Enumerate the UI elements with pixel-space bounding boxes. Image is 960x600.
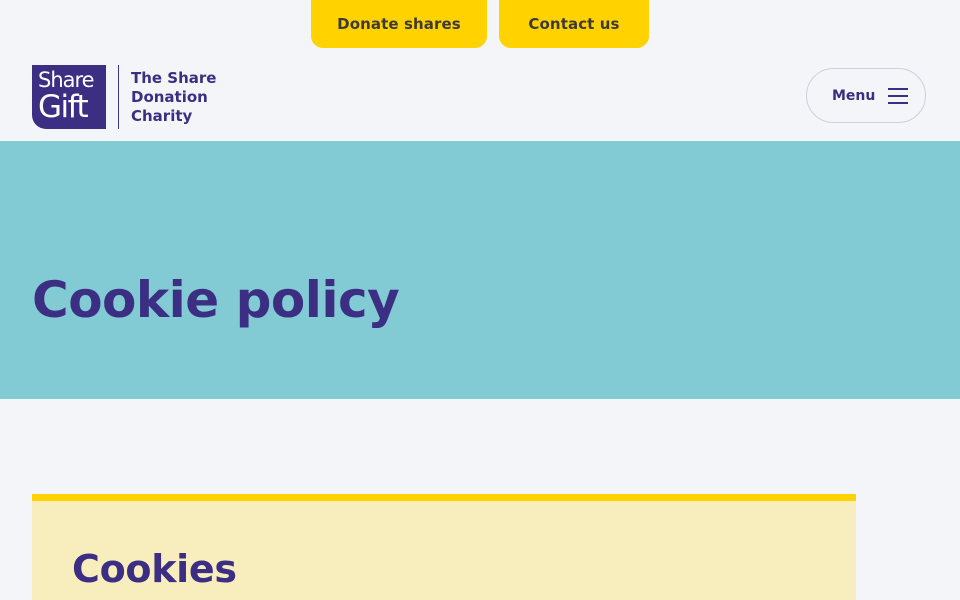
contact-us-button[interactable]: Contact us: [499, 0, 649, 48]
hamburger-icon: [888, 88, 908, 104]
logo-tagline: The Share Donation Charity: [131, 69, 216, 126]
donate-shares-button[interactable]: Donate shares: [311, 0, 487, 48]
logo-tagline-line: Donation: [131, 88, 208, 106]
hero-banner: Cookie policy: [0, 141, 960, 399]
content-card: Cookies: [32, 494, 856, 600]
logo-divider: [118, 65, 119, 129]
site-header: Share Gift The Share Donation Charity Me…: [0, 50, 960, 141]
logo-mark-gift: Gift: [38, 89, 89, 125]
utility-bar: Donate shares Contact us: [0, 0, 960, 50]
menu-button[interactable]: Menu: [806, 68, 926, 123]
page-title: Cookie policy: [32, 271, 400, 329]
menu-label: Menu: [832, 88, 876, 104]
section-heading: Cookies: [72, 547, 237, 591]
logo-tagline-line: The Share: [131, 69, 217, 87]
logo-tagline-line: Charity: [131, 107, 193, 125]
sharegift-logo: Share Gift: [32, 65, 106, 129]
